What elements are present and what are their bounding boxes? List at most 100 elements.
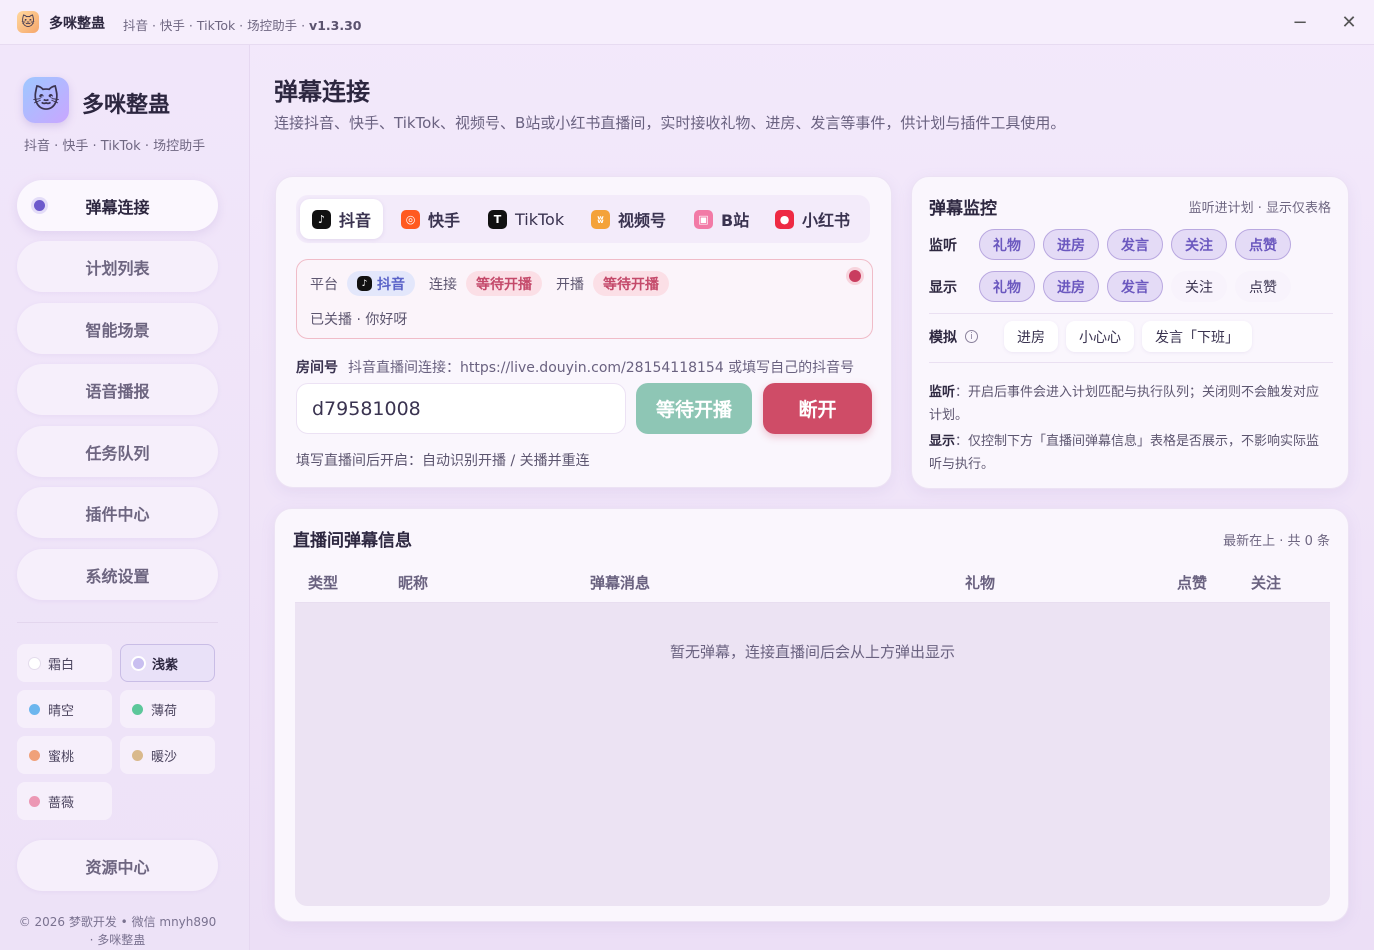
copyright-line: © 2026 梦歌开发 • 微信 mnyh890 [18, 915, 217, 929]
active-dot-icon [34, 200, 45, 211]
tab-bilibili[interactable]: ▣ B站 [694, 199, 749, 239]
wait-live-button[interactable]: 等待开播 [636, 383, 752, 434]
nav-item-system-settings[interactable]: 系统设置 [17, 549, 218, 600]
display-chip-like[interactable]: 点赞 [1235, 271, 1291, 302]
note-key: 显示 [929, 434, 956, 449]
resource-center-button[interactable]: 资源中心 [17, 840, 218, 891]
auto-reconnect-hint: 填写直播间后开启：自动识别开播 / 关播并重连 [296, 453, 590, 469]
simulate-label: 模拟 i [929, 327, 1004, 347]
nav-item-voice-broadcast[interactable]: 语音播报 [17, 364, 218, 415]
kuaishou-icon: ◎ [401, 209, 420, 229]
copyright: © 2026 梦歌开发 • 微信 mnyh890 · 多咪整蛊 [0, 913, 235, 949]
theme-clear-sky[interactable]: 晴空 [17, 690, 112, 728]
simulate-comment-button[interactable]: 发言「下班」 [1142, 321, 1252, 352]
window-subtitle: 抖音 · 快手 · TikTok · 场控助手 · v1.3.30 [123, 18, 362, 33]
room-row: 房间号 抖音直播间连接：https://live.douyin.com/28154… [296, 357, 854, 377]
color-swatch-icon [132, 703, 143, 715]
theme-frost-white[interactable]: 霜白 [17, 644, 112, 682]
tab-label: 小红书 [802, 211, 851, 230]
resource-center-label: 资源中心 [85, 857, 150, 877]
table-subtitle: 最新在上 · 共 0 条 [1223, 534, 1330, 549]
monitor-subtitle: 监听进计划 · 显示仅表格 [1188, 201, 1331, 216]
tab-kuaishou[interactable]: ◎ 快手 [401, 199, 460, 239]
column-header-message: 弹幕消息 [590, 574, 651, 592]
theme-label: 晴空 [48, 703, 75, 719]
tab-wechat-channels[interactable]: ʬ 视频号 [591, 199, 666, 239]
display-chip-enter[interactable]: 进房 [1043, 271, 1099, 302]
connect-label: 连接 [429, 276, 457, 293]
color-swatch-icon [29, 657, 40, 669]
xiaohongshu-icon: ● [775, 209, 794, 229]
color-swatch-icon [29, 795, 40, 807]
platform-tabs: ♪ 抖音 ◎ 快手 T TikTok ʬ 视频号 ▣ B站 ● 小红书 [296, 195, 870, 243]
display-label: 显示 [929, 279, 957, 296]
theme-rose[interactable]: 蔷薇 [17, 782, 112, 820]
connect-status-badge: 等待开播 [466, 271, 542, 296]
column-header-gift: 礼物 [965, 574, 996, 592]
color-swatch-icon [132, 749, 143, 761]
table-empty-message: 暂无弹幕，连接直播间后会从上方弹出显示 [669, 643, 955, 661]
nav-item-smart-scene[interactable]: 智能场景 [17, 303, 218, 354]
platform-label: 平台 [310, 276, 338, 293]
tab-tiktok[interactable]: T TikTok [488, 199, 564, 239]
nav-label: 插件中心 [85, 504, 150, 524]
listen-chip-follow[interactable]: 关注 [1171, 229, 1227, 260]
tab-xiaohongshu[interactable]: ● 小红书 [775, 199, 850, 239]
connection-status-box: 平台 ♪ 抖音 连接 等待开播 开播 等待开播 已关播 · 你好呀 [296, 259, 873, 339]
display-chip-gift[interactable]: 礼物 [979, 271, 1035, 302]
live-status-badge: 等待开播 [593, 271, 669, 296]
monitor-card: 弹幕监控 监听进计划 · 显示仅表格 监听 礼物 进房 发言 关注 点赞 显示 … [911, 176, 1349, 489]
nav-label: 智能场景 [85, 320, 150, 340]
platform-value: 抖音 [377, 276, 405, 293]
douyin-icon: ♪ [312, 209, 331, 229]
note-text: ：仅控制下方「直播间弹幕信息」表格是否展示，不影响实际监听与执行。 [929, 434, 1320, 472]
status-row: 平台 ♪ 抖音 连接 等待开播 开播 等待开播 [310, 271, 683, 296]
app-logo: 🐱 [23, 77, 69, 123]
simulate-text: 模拟 [929, 329, 957, 346]
theme-warm-sand[interactable]: 暖沙 [120, 736, 215, 774]
table-title: 直播间弹幕信息 [293, 531, 412, 551]
disconnect-button[interactable]: 断开 [763, 383, 872, 434]
display-chip-comment[interactable]: 发言 [1107, 271, 1163, 302]
theme-mint[interactable]: 薄荷 [120, 690, 215, 728]
tab-douyin[interactable]: ♪ 抖音 [300, 199, 384, 239]
listen-label: 监听 [929, 237, 957, 254]
display-chip-follow[interactable]: 关注 [1171, 271, 1227, 302]
minimize-button[interactable]: − [1287, 10, 1313, 34]
bilibili-icon: ▣ [694, 209, 713, 229]
sidebar: 🐱 多咪整蛊 抖音 · 快手 · TikTok · 场控助手 弹幕连接 计划列表… [0, 45, 250, 950]
theme-light-purple[interactable]: 浅紫 [120, 644, 215, 682]
brand-subtitle: 抖音 · 快手 · TikTok · 场控助手 [24, 139, 206, 154]
close-button[interactable]: ✕ [1336, 10, 1362, 34]
theme-peach[interactable]: 蜜桃 [17, 736, 112, 774]
color-swatch-icon [29, 749, 40, 761]
window-title: 多咪整蛊 [49, 16, 105, 32]
info-icon[interactable]: i [965, 330, 978, 343]
listen-note: 监听：开启后事件会进入计划匹配与执行队列；关闭则不会触发对应计划。 [929, 381, 1329, 427]
nav-label: 系统设置 [85, 566, 150, 586]
listen-chip-like[interactable]: 点赞 [1235, 229, 1291, 260]
note-key: 监听 [929, 385, 956, 400]
nav-item-task-queue[interactable]: 任务队列 [17, 426, 218, 477]
simulate-enter-button[interactable]: 进房 [1004, 321, 1058, 352]
copyright-line: · 多咪整蛊 [89, 933, 146, 947]
listen-chip-comment[interactable]: 发言 [1107, 229, 1163, 260]
simulate-heart-button[interactable]: 小心心 [1066, 321, 1134, 352]
nav-item-plan-list[interactable]: 计划列表 [17, 241, 218, 292]
color-swatch-icon [133, 657, 144, 669]
listen-chip-gift[interactable]: 礼物 [979, 229, 1035, 260]
platform-badge: ♪ 抖音 [347, 271, 415, 296]
listen-chip-enter[interactable]: 进房 [1043, 229, 1099, 260]
wechat-channels-icon: ʬ [591, 209, 610, 229]
nav-item-danmaku-connect[interactable]: 弹幕连接 [17, 180, 218, 231]
nav-label: 任务队列 [85, 443, 150, 463]
title-bar: 🐱 多咪整蛊 抖音 · 快手 · TikTok · 场控助手 · v1.3.30… [0, 0, 1374, 45]
room-input[interactable]: d79581008 [296, 383, 626, 434]
column-header-nickname: 昵称 [398, 574, 429, 592]
nav-item-plugin-center[interactable]: 插件中心 [17, 487, 218, 538]
display-note: 显示：仅控制下方「直播间弹幕信息」表格是否展示，不影响实际监听与执行。 [929, 430, 1329, 476]
note-text: ：开启后事件会进入计划匹配与执行队列；关闭则不会触发对应计划。 [929, 385, 1320, 423]
room-hint: 抖音直播间连接：https://live.douyin.com/28154118… [348, 360, 855, 376]
page-title: 弹幕连接 [274, 78, 370, 106]
room-label: 房间号 [296, 360, 338, 376]
